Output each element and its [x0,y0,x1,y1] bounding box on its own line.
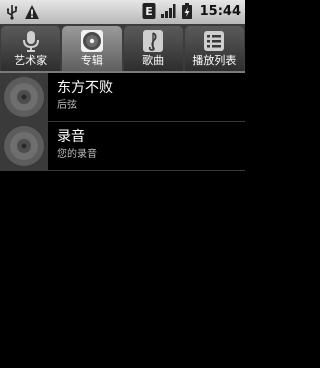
clock: 15:44 [199,3,241,19]
warning-icon [24,3,40,21]
edge-data-icon: E [141,2,157,20]
tab-playlists[interactable]: 播放列表 [184,26,244,71]
album-disc-icon [80,29,104,53]
album-title: 东方不败 [57,80,113,96]
album-artist: 后弦 [57,100,77,111]
album-artist: 您的录音 [57,149,97,160]
tab-label: 歌曲 [142,54,165,67]
tab-artists[interactable]: 艺术家 [1,26,61,71]
svg-text:E: E [145,5,153,18]
album-art-disc-icon [0,122,48,170]
album-row[interactable]: 东方不败 后弦 [0,73,245,122]
tab-label: 专辑 [80,54,103,67]
album-art-disc-icon [0,73,48,121]
album-row[interactable]: 录音 您的录音 [0,122,245,171]
tab-songs[interactable]: 歌曲 [123,26,183,71]
tab-label: 播放列表 [192,54,237,67]
usb-icon [4,3,20,21]
battery-icon [179,2,195,20]
microphone-icon [19,29,43,53]
tab-label: 艺术家 [14,54,48,67]
album-title: 录音 [57,129,85,145]
music-note-icon [141,29,165,53]
status-bar: E 15:44 [0,0,245,24]
album-list: 东方不败 后弦 录音 您的录音 [0,73,245,171]
signal-icon [160,2,176,20]
tab-albums[interactable]: 专辑 [62,26,122,71]
tab-bar: 艺术家 专辑 歌曲 播放列表 [0,24,245,73]
playlist-icon [202,29,226,53]
